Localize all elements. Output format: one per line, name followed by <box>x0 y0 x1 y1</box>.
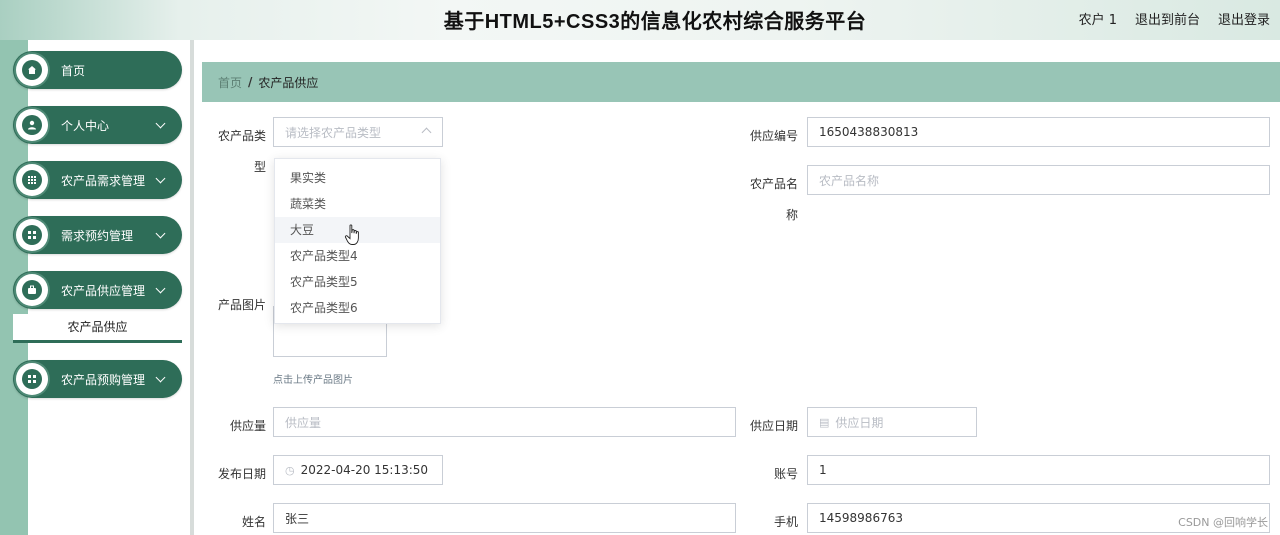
publish-date-picker[interactable]: ◷ 2022-04-20 15:13:50 <box>273 455 443 485</box>
publish-date-value: 2022-04-20 15:13:50 <box>300 463 429 477</box>
hand-cursor-icon <box>344 224 359 245</box>
dropdown-option[interactable]: 农产品类型5 <box>275 269 440 295</box>
sidebar-item-label: 个人中心 <box>61 118 110 133</box>
sidebar-subitem-supply[interactable]: 农产品供应 <box>13 314 182 343</box>
name-input[interactable]: 张三 <box>273 503 736 533</box>
sidebar-item-presale[interactable]: 农产品预购管理 <box>13 360 182 398</box>
breadcrumb-separator: / <box>248 75 253 89</box>
name-label: 姓名 <box>241 515 266 529</box>
account-value: 1 <box>819 463 827 477</box>
chevron-down-icon <box>155 173 166 183</box>
qty-placeholder: 供应量 <box>285 415 322 430</box>
account-label: 账号 <box>773 467 798 481</box>
top-header: 基于HTML5+CSS3的信息化农村综合服务平台 农户 1 退出到前台 退出登录 <box>0 0 1280 38</box>
supply-no-value: 1650438830813 <box>819 125 919 139</box>
logout-link[interactable]: 退出登录 <box>1218 9 1270 28</box>
supply-no-label: 供应编号 <box>749 129 798 143</box>
name-value: 张三 <box>285 511 310 526</box>
supply-date-picker[interactable]: ▤ 供应日期 <box>807 407 977 437</box>
breadcrumb: 首页 / 农产品供应 <box>202 62 1280 102</box>
sidebar-item-home[interactable]: 首页 <box>13 51 182 89</box>
briefcase-icon <box>16 274 48 306</box>
apps-icon <box>16 219 48 251</box>
dropdown-option[interactable]: 农产品类型6 <box>275 295 440 321</box>
qty-label: 供应量 <box>229 419 266 433</box>
sidebar-item-label: 农产品预购管理 <box>61 372 146 387</box>
upload-tip[interactable]: 点击上传产品图片 <box>273 371 353 386</box>
chevron-down-icon <box>155 372 166 382</box>
dropdown-option[interactable]: 农产品类型4 <box>275 243 440 269</box>
grid-icon <box>16 164 48 196</box>
supply-no-input[interactable]: 1650438830813 <box>807 117 1270 147</box>
breadcrumb-home[interactable]: 首页 <box>218 74 242 91</box>
sidebar-item-label: 农产品供应管理 <box>61 283 146 298</box>
chevron-down-icon <box>155 228 166 238</box>
sidebar-item-reservation[interactable]: 需求预约管理 <box>13 216 182 254</box>
back-to-front-link[interactable]: 退出到前台 <box>1135 9 1200 28</box>
sidebar: 首页 个人中心 农产品需求管理 需求预约管理 农产品供应管理 农产品供应 农产品… <box>0 40 190 535</box>
account-input[interactable]: 1 <box>807 455 1270 485</box>
home-icon <box>16 54 48 86</box>
type-select[interactable]: 请选择农产品类型 <box>273 117 443 147</box>
clock-icon: ◷ <box>285 463 295 477</box>
breadcrumb-current: 农产品供应 <box>258 75 319 90</box>
header-links: 农户 1 退出到前台 退出登录 <box>1079 9 1270 28</box>
sidebar-item-label: 首页 <box>61 63 86 78</box>
product-name-label: 农产品名 <box>749 177 798 191</box>
publish-date-label: 发布日期 <box>217 467 266 481</box>
supply-date-placeholder: 供应日期 <box>835 415 884 430</box>
calendar-icon: ▤ <box>819 415 830 429</box>
chevron-up-icon <box>421 127 432 138</box>
product-name-input[interactable]: 农产品名称 <box>807 165 1270 195</box>
dropdown-option[interactable]: 蔬菜类 <box>275 191 440 217</box>
sidebar-item-label: 需求预约管理 <box>61 228 134 243</box>
supply-date-label: 供应日期 <box>749 419 798 433</box>
qty-input[interactable]: 供应量 <box>273 407 736 437</box>
chevron-down-icon <box>155 283 166 293</box>
sidebar-item-label: 农产品需求管理 <box>61 173 146 188</box>
product-name-placeholder: 农产品名称 <box>819 173 880 188</box>
chevron-down-icon <box>155 118 166 128</box>
watermark: CSDN @回响学长 <box>1178 516 1268 529</box>
current-user-label: 农户 1 <box>1078 13 1117 28</box>
product-name-label-wrap: 称 <box>785 208 798 222</box>
dropdown-option[interactable]: 果实类 <box>275 165 440 191</box>
type-label: 农产品类 <box>217 129 266 143</box>
type-select-placeholder: 请选择农产品类型 <box>285 125 382 140</box>
phone-label: 手机 <box>773 515 798 529</box>
sidebar-item-demand[interactable]: 农产品需求管理 <box>13 161 182 199</box>
phone-value: 14598986763 <box>819 511 903 525</box>
sidebar-item-supply[interactable]: 农产品供应管理 <box>13 271 182 309</box>
type-label-wrap: 型 <box>253 160 266 174</box>
user-icon <box>16 109 48 141</box>
image-label: 产品图片 <box>217 298 266 312</box>
sidebar-item-profile[interactable]: 个人中心 <box>13 106 182 144</box>
main-content: 首页 / 农产品供应 农产品类 型 请选择农产品类型 供应编号 16504388… <box>194 40 1280 535</box>
apps-icon <box>16 363 48 395</box>
